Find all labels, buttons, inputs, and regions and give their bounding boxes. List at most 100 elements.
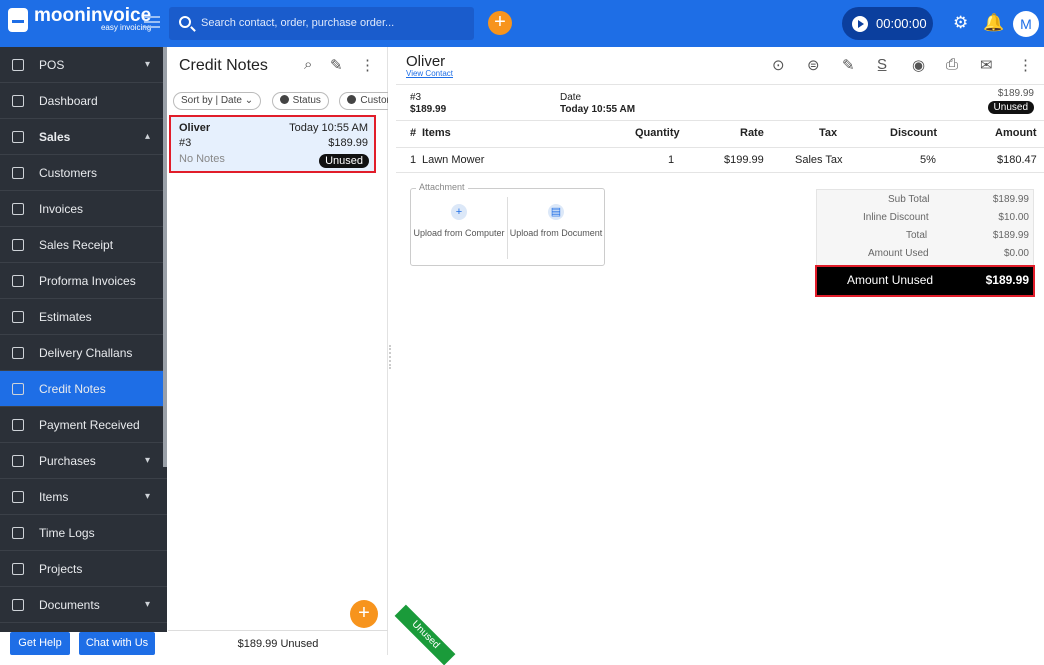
col-discount: Discount <box>890 127 938 139</box>
sidebar-item-dashboard[interactable]: Dashboard <box>0 83 167 119</box>
list-item[interactable]: Oliver Today 10:55 AM #3 $189.99 No Note… <box>169 115 376 173</box>
sidebar-item-purchases[interactable]: Purchases ▾ <box>0 443 167 479</box>
avatar[interactable]: M <box>1013 11 1039 37</box>
sidebar-item-label: Proforma Invoices <box>39 273 136 288</box>
status-dropdown-icon[interactable]: ⊙ <box>772 56 785 74</box>
totals-box: Sub Total $189.99 Inline Discount $10.00… <box>816 189 1034 267</box>
chevron-down-icon: ▾ <box>145 59 151 70</box>
proforma-icon <box>12 274 24 287</box>
edit-icon[interactable]: ✎ <box>330 56 343 74</box>
total-label: Total <box>906 230 928 241</box>
divider <box>396 172 1044 173</box>
top-bar: mooninvoice easy invoicing + 00:00:00 ⚙ … <box>0 0 1044 47</box>
clock-icon <box>12 526 24 539</box>
sidebar-item-delivery-challans[interactable]: Delivery Challans <box>0 335 167 371</box>
divider <box>396 84 1044 85</box>
mail-icon[interactable]: ✉ <box>980 56 993 74</box>
settings-icon[interactable]: ⚙ <box>953 13 968 33</box>
sidebar-item-invoices[interactable]: Invoices <box>0 191 167 227</box>
convert-icon[interactable]: ⊜ <box>807 56 820 74</box>
row-item: Lawn Mower <box>422 154 485 166</box>
documents-icon <box>12 598 24 611</box>
sidebar: POS ▾ Dashboard Sales ▴ Customers Invoices Sale… <box>0 47 167 655</box>
view-contact-link[interactable]: View Contact <box>406 69 453 78</box>
total-value: $189.99 <box>992 230 1029 241</box>
credit-notes-icon <box>12 382 24 395</box>
document-icon: ▤ <box>548 204 564 220</box>
status-badge: Unused <box>987 101 1034 114</box>
col-index: # <box>410 127 417 139</box>
amount-unused-row: Amount Unused $189.99 <box>815 265 1035 297</box>
home-icon <box>12 94 24 107</box>
contacts-icon <box>12 166 24 179</box>
contact-name: Oliver <box>406 53 446 70</box>
sidebar-item-sales-receipt[interactable]: Sales Receipt <box>0 227 167 263</box>
sidebar-item-label: Projects <box>39 561 83 576</box>
search-icon[interactable]: ⌕ <box>304 56 312 73</box>
print-icon[interactable]: ⎙ <box>946 56 958 73</box>
more-icon[interactable]: ⋮ <box>360 56 375 74</box>
logo-icon <box>8 7 28 32</box>
upload-document-button[interactable]: ▤ Upload from Document <box>508 204 604 238</box>
add-icon: + <box>451 204 467 220</box>
pane-resize-handle[interactable] <box>389 345 395 369</box>
sidebar-item-documents[interactable]: Documents ▾ <box>0 587 167 623</box>
filter-chips: Sort by | Date ⌄ Status Custor <box>173 90 388 110</box>
sort-chip[interactable]: Sort by | Date ⌄ <box>173 92 262 110</box>
inline-discount-label: Inline Discount <box>863 212 929 223</box>
quick-add-button[interactable]: + <box>488 11 512 35</box>
sign-icon[interactable]: S̲ <box>877 56 887 73</box>
sidebar-item-customers[interactable]: Customers <box>0 155 167 191</box>
card-number: #3 <box>179 137 192 149</box>
delivery-icon <box>12 346 24 359</box>
sidebar-item-time-logs[interactable]: Time Logs <box>0 515 167 551</box>
timer-button[interactable]: 00:00:00 <box>842 7 933 40</box>
sidebar-scrollbar[interactable] <box>163 47 167 467</box>
sidebar-item-label: Time Logs <box>39 525 95 540</box>
sidebar-item-label: Invoices <box>39 201 84 216</box>
pos-icon <box>12 58 24 71</box>
sidebar-item-pos[interactable]: POS ▾ <box>0 47 167 83</box>
chevron-up-icon: ▴ <box>145 131 151 142</box>
add-credit-note-button[interactable]: + <box>350 600 378 628</box>
sidebar-item-label: Payment Received <box>39 417 140 432</box>
row-discount: 5% <box>920 154 936 166</box>
preview-icon[interactable]: ◉ <box>912 56 925 74</box>
sidebar-item-estimates[interactable]: Estimates <box>0 299 167 335</box>
date-value: Today 10:55 AM <box>560 104 636 115</box>
more-icon[interactable]: ⋮ <box>1018 56 1033 74</box>
col-items: Items <box>422 127 451 139</box>
sidebar-item-projects[interactable]: Projects <box>0 551 167 587</box>
search-bar <box>169 7 474 40</box>
sidebar-item-credit-notes[interactable]: Credit Notes <box>0 371 167 407</box>
row-amount: $180.47 <box>997 154 1037 166</box>
status-chip[interactable]: Status <box>271 92 329 110</box>
timer-value: 00:00:00 <box>876 16 927 31</box>
get-help-button[interactable]: Get Help <box>10 632 70 655</box>
sidebar-item-sales[interactable]: Sales ▴ <box>0 119 167 155</box>
upload-computer-button[interactable]: + Upload from Computer <box>411 204 507 238</box>
sidebar-item-proforma-invoices[interactable]: Proforma Invoices <box>0 263 167 299</box>
bell-icon[interactable]: 🔔 <box>983 13 1004 33</box>
brand-logo[interactable]: mooninvoice easy invoicing <box>8 6 151 32</box>
sidebar-item-label: Documents <box>39 597 100 612</box>
note-amount: $189.99 <box>410 104 447 115</box>
status-badge: Unused <box>319 154 369 168</box>
items-icon <box>12 490 24 503</box>
customer-chip[interactable]: Custor <box>339 92 388 110</box>
sidebar-item-label: Purchases <box>39 453 96 468</box>
search-input[interactable] <box>201 15 461 31</box>
sidebar-item-label: Sales Receipt <box>39 237 114 252</box>
chevron-down-icon: ▾ <box>145 455 151 466</box>
amount-used-label: Amount Used <box>868 248 929 259</box>
receipt-icon <box>12 238 24 251</box>
amount-used-value: $0.00 <box>1003 248 1029 259</box>
edit-icon[interactable]: ✎ <box>842 56 855 74</box>
menu-toggle-icon[interactable] <box>144 16 160 28</box>
dollar-icon <box>12 130 24 143</box>
sidebar-item-items[interactable]: Items ▾ <box>0 479 167 515</box>
card-name: Oliver <box>179 122 211 134</box>
row-rate: $199.99 <box>724 154 764 166</box>
chat-button[interactable]: Chat with Us <box>79 632 155 655</box>
sidebar-item-payment-received[interactable]: Payment Received <box>0 407 167 443</box>
